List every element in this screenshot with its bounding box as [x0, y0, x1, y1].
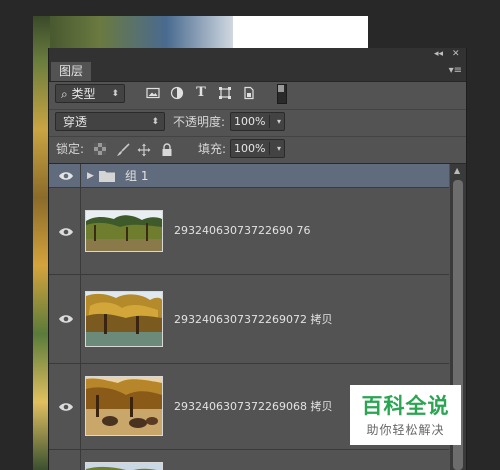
layer-row[interactable] — [49, 450, 449, 470]
layer-thumbnail — [85, 376, 163, 436]
folder-icon — [99, 170, 115, 185]
adjustment-icon[interactable] — [170, 86, 184, 100]
visibility-column — [49, 450, 81, 470]
chevron-updown-icon: ⬍ — [151, 117, 159, 127]
field-separator — [269, 115, 270, 128]
move-icon[interactable] — [137, 143, 151, 157]
expand-arrow-icon[interactable]: ▶ — [87, 169, 94, 183]
layer-name: 2932406307372269068 拷贝 — [174, 400, 333, 413]
fill-value: 100% — [234, 142, 266, 155]
chevron-down-icon[interactable]: ▾ — [277, 140, 281, 157]
layer-row[interactable]: 29324063073722690 76 — [49, 188, 449, 275]
layer-thumbnail — [85, 291, 163, 347]
layer-thumbnail — [85, 462, 163, 470]
close-icon[interactable]: ✕ — [452, 48, 460, 61]
panel-tabbar: 图层 ▾≡ — [49, 61, 466, 82]
chevron-updown-icon: ⬍ — [111, 89, 119, 99]
panel-titlebar: ◂◂ ✕ — [49, 48, 466, 61]
brush-icon[interactable] — [116, 143, 130, 157]
layer-group-row[interactable]: ▶ 组 1 — [49, 164, 449, 188]
collapse-icon[interactable]: ◂◂ — [434, 48, 443, 61]
smart-object-icon[interactable] — [242, 86, 256, 100]
layer-name: 2932406307372269072 拷贝 — [174, 313, 333, 326]
eye-icon[interactable] — [58, 313, 74, 325]
filter-toggle-knob — [278, 85, 284, 92]
lock-icon[interactable] — [160, 143, 174, 157]
filter-kind-label: ⌕ 类型 — [61, 87, 96, 101]
shape-icon[interactable] — [218, 86, 232, 100]
chevron-down-icon[interactable]: ▾ — [277, 113, 281, 130]
eye-icon[interactable] — [58, 226, 74, 238]
tab-layers[interactable]: 图层 — [51, 62, 91, 81]
type-icon[interactable]: T — [194, 86, 208, 100]
blend-mode-select[interactable]: 穿透 ⬍ — [55, 112, 165, 131]
layer-row[interactable]: 2932406307372269072 拷贝 — [49, 275, 449, 364]
watermark-logo: 百科全说 助你轻松解决 — [350, 385, 461, 445]
eye-icon[interactable] — [58, 401, 74, 413]
opacity-label: 不透明度: — [173, 115, 226, 129]
blend-mode-value: 穿透 — [63, 115, 88, 129]
watermark-subtitle: 助你轻松解决 — [366, 423, 445, 437]
eye-icon[interactable] — [58, 170, 74, 182]
fill-field[interactable]: 100% ▾ — [230, 139, 285, 158]
layer-name: 29324063073722690 76 — [174, 224, 311, 237]
lock-label: 锁定: — [56, 142, 85, 156]
opacity-value: 100% — [234, 115, 266, 128]
field-separator — [269, 142, 270, 155]
lock-transparent-pixels-icon[interactable] — [93, 143, 107, 157]
panel-menu-icon[interactable]: ▾≡ — [449, 65, 462, 77]
group-name: 组 1 — [125, 169, 149, 183]
image-icon[interactable] — [146, 86, 160, 100]
layer-thumbnail — [85, 210, 163, 252]
opacity-field[interactable]: 100% ▾ — [230, 112, 285, 131]
filter-kind-select[interactable]: ⌕ 类型 ⬍ — [55, 84, 125, 103]
fill-label: 填充: — [198, 142, 227, 156]
watermark-title: 百科全说 — [361, 394, 450, 418]
scroll-up-icon[interactable]: ▲ — [454, 166, 460, 175]
canvas-photo-top — [33, 16, 233, 51]
